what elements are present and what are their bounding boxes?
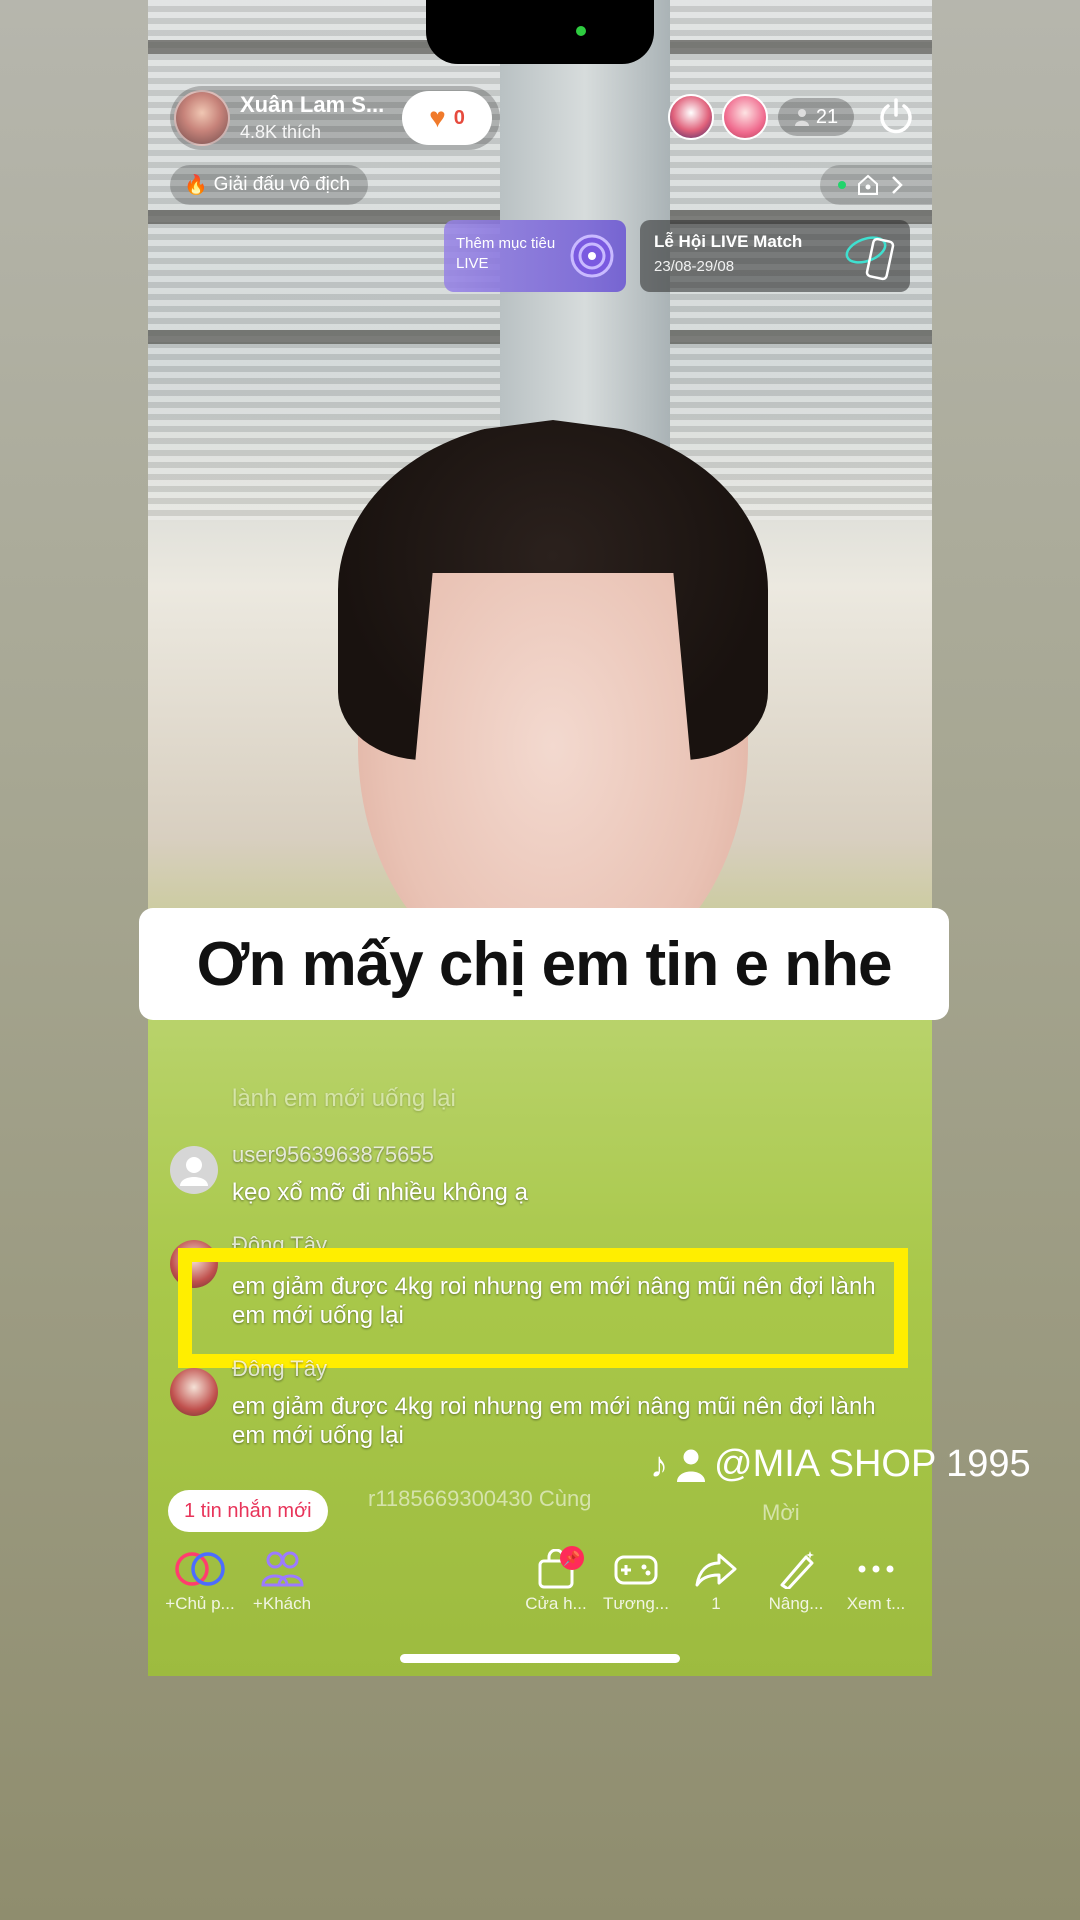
live-stream-screen: Xuân Lam S... 4.8K thích ♥ 0 21 🔥 Giải đ… [148,0,932,1676]
more-label: Xem t... [846,1594,906,1613]
interact-label: Tương... [603,1594,669,1613]
host-name: Xuân Lam S... [240,92,385,117]
cohost-icon [175,1552,225,1586]
guest-button[interactable]: +Khách [242,1548,322,1614]
highlight-box [178,1248,908,1368]
person-icon [794,109,809,126]
enhance-label: Nâng... [768,1594,824,1613]
chat-username[interactable]: Đông Tây [232,1356,327,1382]
live-match-title: Lễ Hội LIVE Match [654,232,803,251]
interact-button[interactable]: Tương... [596,1548,676,1614]
follow-count: 0 [453,106,465,129]
viewer-avatar[interactable] [668,94,714,140]
invite-label: Mời [762,1500,800,1525]
avatar[interactable] [170,1146,218,1194]
tournament-badge[interactable]: 🔥 Giải đấu vô địch [170,165,368,205]
pin-badge-icon: 📌 [560,1546,584,1570]
live-goal-text: Thêm mục tiêu LIVE [456,235,556,272]
dynamic-island [426,0,654,64]
tournament-label: Giải đấu vô địch [213,174,350,195]
power-icon[interactable] [876,96,916,136]
caption-banner: Ơn mấy chị em tin e nhe [139,908,949,1020]
more-button[interactable]: Xem t... [836,1548,916,1614]
cohost-label: +Chủ p... [165,1594,235,1613]
host-avatar[interactable] [174,90,230,146]
chat-message-text: kẹo xổ mỡ đi nhiều không ạ [232,1179,528,1206]
new-message-button[interactable]: 1 tin nhắn mới [168,1490,328,1532]
chevron-right-icon [892,176,903,194]
host-likes: 4.8K thích [240,122,322,142]
home-indicator[interactable] [400,1654,680,1663]
camera-indicator-icon [576,26,586,36]
viewer-count-value: 21 [815,105,839,128]
more-dots-icon [858,1565,894,1573]
chat-username[interactable]: user9563963875655 [232,1142,434,1168]
home-icon [858,174,878,195]
magic-wand-icon [780,1551,814,1589]
shop-button[interactable]: 📌 Cửa h... [516,1546,596,1614]
shop-label: Cửa h... [525,1594,587,1613]
guests-icon [261,1551,304,1587]
online-dot-icon [838,181,846,189]
viewer-avatar[interactable] [722,94,768,140]
live-match-card[interactable]: Lễ Hội LIVE Match 23/08-29/08 [640,220,910,292]
enhance-button[interactable]: Nâng... [756,1548,836,1614]
chat-message[interactable]: user9563963875655 kẹo xổ mỡ đi nhiều khô… [170,1140,910,1210]
follow-button[interactable]: ♥ 0 [402,91,492,145]
tiktok-watermark: ♪ @MIA SHOP 1995 [650,1443,1031,1486]
target-icon [570,234,614,278]
person-icon [677,1449,705,1482]
default-avatar-icon [180,1157,208,1186]
share-arrow-icon [695,1553,737,1587]
phone-rings-icon [845,236,895,281]
tiktok-logo-icon: ♪ [650,1443,668,1485]
chat-message-text: lành em mới uống lại [232,1085,456,1112]
avatar[interactable] [170,1368,218,1416]
cohost-button[interactable]: +Chủ p... [160,1548,240,1614]
heart-icon: ♥ [429,102,446,133]
share-button[interactable]: 1 [676,1548,756,1614]
caption-text: Ơn mấy chị em tin e nhe [196,929,893,999]
guest-label: +Khách [252,1594,312,1613]
chat-message-text: em giảm được 4kg roi nhưng em mới nâng m… [232,1393,876,1449]
ranking-pill[interactable] [820,165,932,205]
fire-icon: 🔥 [184,175,208,196]
live-goal-card[interactable]: Thêm mục tiêu LIVE [444,220,626,292]
share-count: 1 [711,1594,721,1613]
live-match-dates: 23/08-29/08 [654,258,735,275]
watermark-handle: @MIA SHOP 1995 [714,1443,1031,1485]
game-controller-icon [614,1555,658,1585]
chat-message-faded: r1185669300430 Cùng [368,1486,592,1511]
viewer-count[interactable]: 21 [778,98,854,136]
